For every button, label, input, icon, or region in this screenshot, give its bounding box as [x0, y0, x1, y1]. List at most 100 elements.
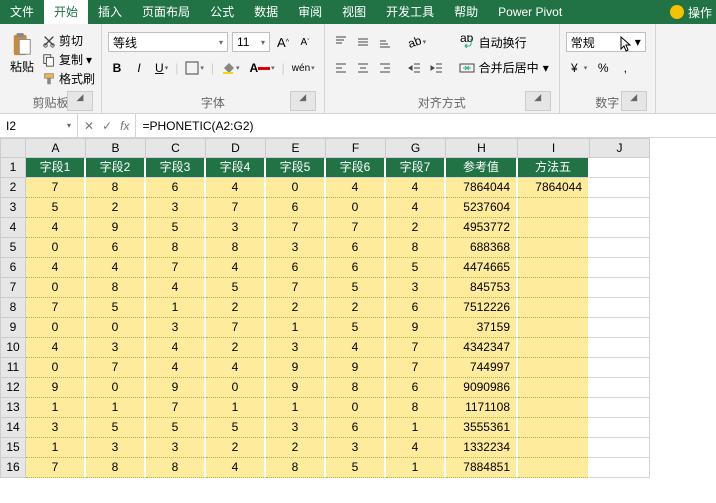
- font-size-select[interactable]: 11▾: [232, 32, 270, 52]
- cell[interactable]: 7: [206, 198, 266, 218]
- cell[interactable]: [518, 258, 590, 278]
- row-header[interactable]: 8: [0, 298, 26, 318]
- cell[interactable]: 845753: [446, 278, 518, 298]
- tab-insert[interactable]: 插入: [88, 0, 132, 24]
- cell[interactable]: 5: [86, 418, 146, 438]
- phonetic-button[interactable]: wén▾: [289, 58, 318, 78]
- cell[interactable]: [518, 338, 590, 358]
- copy-button[interactable]: 复制 ▾: [42, 51, 95, 68]
- column-header[interactable]: B: [86, 138, 146, 158]
- cell[interactable]: [518, 318, 590, 338]
- cell[interactable]: 8: [206, 238, 266, 258]
- cancel-icon[interactable]: ✕: [84, 119, 94, 133]
- cell[interactable]: 9: [326, 358, 386, 378]
- cell[interactable]: 1332234: [446, 438, 518, 458]
- italic-button[interactable]: I: [130, 58, 148, 78]
- cell[interactable]: 4: [326, 338, 386, 358]
- cell[interactable]: 37159: [446, 318, 518, 338]
- cell[interactable]: 5: [326, 458, 386, 478]
- cell[interactable]: 9: [26, 378, 86, 398]
- tab-help[interactable]: 帮助: [444, 0, 488, 24]
- cell[interactable]: 0: [26, 358, 86, 378]
- bold-button[interactable]: B: [108, 58, 126, 78]
- merge-center-button[interactable]: 合并后居中 ▾: [455, 57, 553, 78]
- column-header[interactable]: H: [446, 138, 518, 158]
- cell[interactable]: 3: [206, 218, 266, 238]
- table-header-cell[interactable]: 字段3: [146, 158, 206, 178]
- cell[interactable]: 3: [26, 418, 86, 438]
- cell[interactable]: 8: [86, 178, 146, 198]
- accounting-format-button[interactable]: ¥▾: [566, 58, 591, 78]
- cell[interactable]: [518, 358, 590, 378]
- cell[interactable]: [518, 438, 590, 458]
- cell[interactable]: 3: [146, 438, 206, 458]
- cell[interactable]: 7864044: [446, 178, 518, 198]
- cell[interactable]: [590, 278, 650, 298]
- cell[interactable]: 2: [86, 198, 146, 218]
- row-header[interactable]: 9: [0, 318, 26, 338]
- font-name-select[interactable]: 等线▾: [108, 32, 228, 52]
- cell[interactable]: 6: [266, 258, 326, 278]
- cell[interactable]: 7: [146, 258, 206, 278]
- tell-me[interactable]: 操作: [670, 4, 716, 21]
- table-header-cell[interactable]: 字段2: [86, 158, 146, 178]
- column-header[interactable]: A: [26, 138, 86, 158]
- row-header[interactable]: 14: [0, 418, 26, 438]
- cell[interactable]: 5: [146, 418, 206, 438]
- cell[interactable]: 7: [146, 398, 206, 418]
- column-header[interactable]: I: [518, 138, 590, 158]
- cell[interactable]: 6: [386, 378, 446, 398]
- cell[interactable]: 7: [386, 338, 446, 358]
- border-button[interactable]: ▾: [182, 58, 207, 78]
- cell[interactable]: 0: [86, 378, 146, 398]
- cell[interactable]: [590, 358, 650, 378]
- grow-font-button[interactable]: A^: [274, 32, 292, 52]
- cell[interactable]: [590, 398, 650, 418]
- cell[interactable]: 1: [266, 318, 326, 338]
- cell[interactable]: 3: [386, 278, 446, 298]
- cell[interactable]: 3: [86, 438, 146, 458]
- cell[interactable]: 4: [146, 338, 206, 358]
- cell[interactable]: 7864044: [518, 178, 590, 198]
- cell[interactable]: 9090986: [446, 378, 518, 398]
- column-header[interactable]: F: [326, 138, 386, 158]
- wrap-text-button[interactable]: ab 自动换行: [455, 32, 553, 53]
- row-header[interactable]: 6: [0, 258, 26, 278]
- table-header-cell[interactable]: 方法五: [518, 158, 590, 178]
- cell[interactable]: 0: [266, 178, 326, 198]
- cell[interactable]: [518, 458, 590, 478]
- cell[interactable]: 4953772: [446, 218, 518, 238]
- row-header[interactable]: 2: [0, 178, 26, 198]
- cell[interactable]: 6: [386, 298, 446, 318]
- cell[interactable]: 3: [326, 438, 386, 458]
- table-header-cell[interactable]: 字段4: [206, 158, 266, 178]
- cell[interactable]: 1: [266, 398, 326, 418]
- cell[interactable]: 7: [386, 358, 446, 378]
- align-left-button[interactable]: [331, 58, 351, 78]
- tab-dev[interactable]: 开发工具: [376, 0, 444, 24]
- row-header[interactable]: 11: [0, 358, 26, 378]
- cell[interactable]: 0: [326, 198, 386, 218]
- tab-review[interactable]: 审阅: [288, 0, 332, 24]
- dialog-launcher-icon[interactable]: ◢: [525, 91, 551, 111]
- cell[interactable]: 6: [86, 238, 146, 258]
- tab-home[interactable]: 开始: [44, 0, 88, 24]
- cell[interactable]: 9: [86, 218, 146, 238]
- cell[interactable]: 4: [326, 178, 386, 198]
- dialog-launcher-icon[interactable]: ◢: [67, 91, 93, 111]
- cell[interactable]: 2: [266, 438, 326, 458]
- cell[interactable]: 5: [206, 418, 266, 438]
- cell[interactable]: 7: [86, 358, 146, 378]
- format-painter-button[interactable]: 格式刷: [42, 70, 95, 87]
- cell[interactable]: 4: [386, 178, 446, 198]
- cell[interactable]: [518, 238, 590, 258]
- cell[interactable]: 2: [386, 218, 446, 238]
- cell[interactable]: 4: [86, 258, 146, 278]
- cell[interactable]: [518, 198, 590, 218]
- cell[interactable]: 8: [326, 378, 386, 398]
- column-header[interactable]: E: [266, 138, 326, 158]
- cell[interactable]: 8: [146, 238, 206, 258]
- cell[interactable]: 0: [26, 318, 86, 338]
- cell[interactable]: 8: [86, 278, 146, 298]
- cell[interactable]: 3: [86, 338, 146, 358]
